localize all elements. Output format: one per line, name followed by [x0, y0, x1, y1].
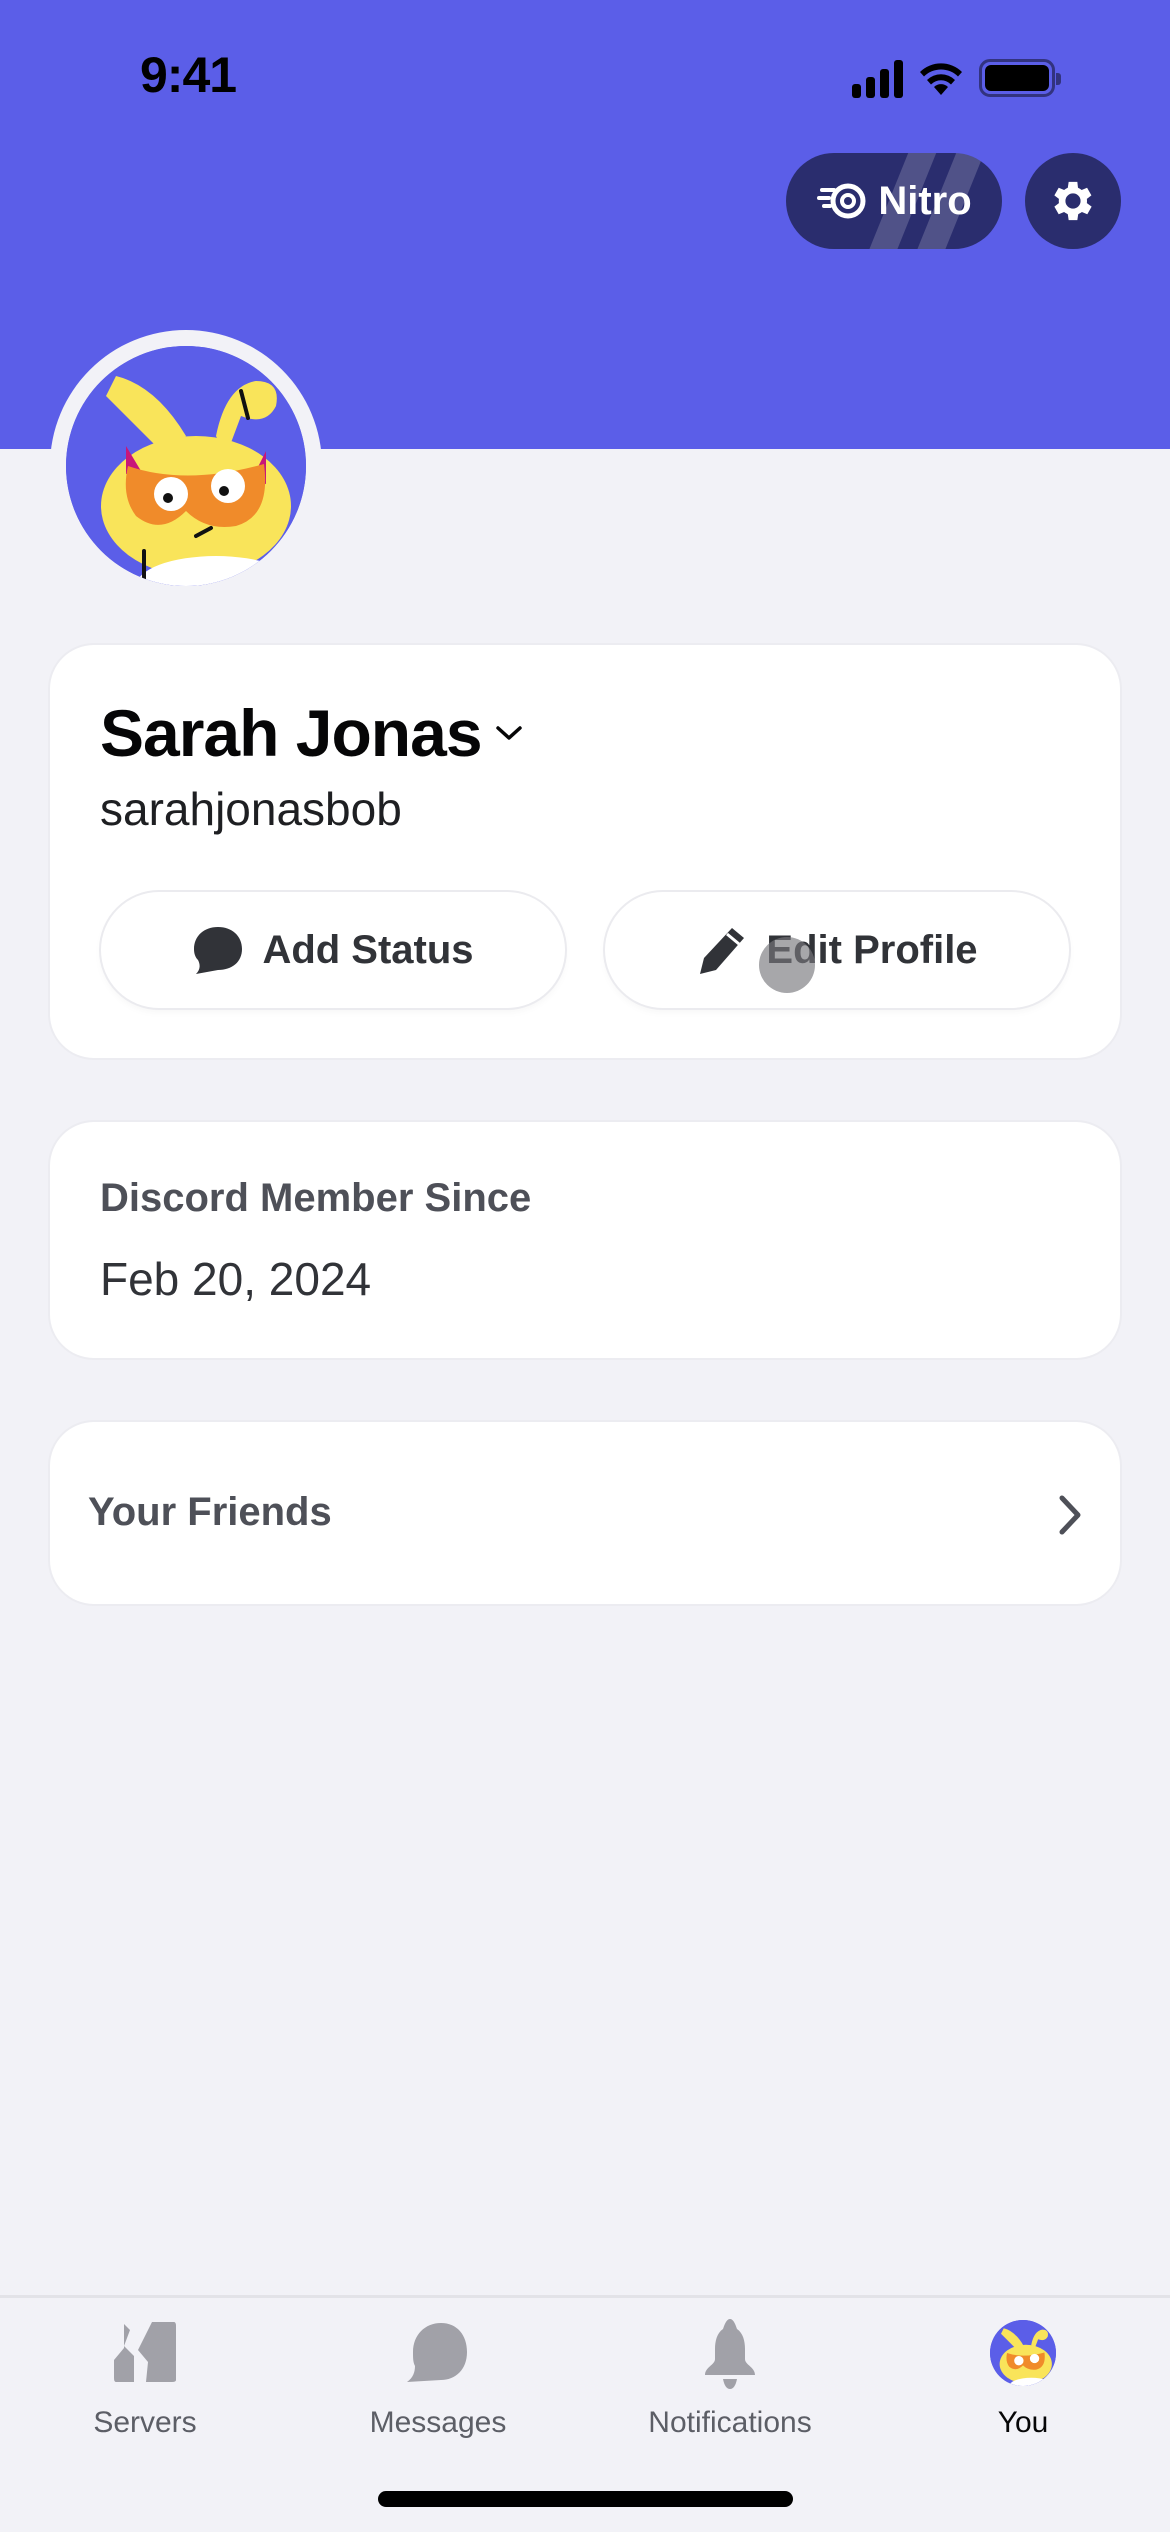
home-indicator — [378, 2491, 793, 2507]
avatar[interactable] — [50, 330, 322, 602]
tab-you-label: You — [997, 2406, 1049, 2439]
wifi-icon — [920, 63, 962, 95]
display-name: Sarah Jonas — [100, 696, 483, 770]
username: sarahjonasbob — [100, 783, 402, 835]
touch-indicator — [759, 937, 815, 993]
chevron-down-icon — [495, 726, 522, 740]
tab-servers[interactable]: Servers — [20, 2318, 270, 2440]
gear-icon — [1054, 181, 1092, 221]
pencil-icon — [700, 928, 745, 974]
member-since-card — [50, 1122, 1120, 1358]
tab-notifications[interactable]: Notifications — [605, 2318, 855, 2440]
edit-profile-button[interactable]: Edit Profile — [605, 892, 1069, 1008]
status-time: 9:41 — [140, 47, 237, 103]
nitro-label: Nitro — [878, 178, 972, 223]
member-since-date: Feb 20, 2024 — [100, 1253, 372, 1305]
tab-servers-label: Servers — [93, 2406, 197, 2439]
bell-icon — [705, 2319, 755, 2389]
tab-messages[interactable]: Messages — [313, 2318, 563, 2440]
member-since-label: Discord Member Since — [100, 1176, 532, 1220]
status-icons — [852, 56, 1061, 100]
your-friends-label: Your Friends — [88, 1490, 332, 1534]
cellular-signal-icon — [852, 58, 903, 98]
speech-bubble-icon — [194, 927, 243, 974]
nitro-icon — [817, 183, 866, 219]
add-status-label: Add Status — [262, 927, 474, 972]
settings-button[interactable] — [1025, 153, 1121, 249]
chevron-right-icon — [1059, 1495, 1081, 1535]
tab-messages-label: Messages — [369, 2406, 507, 2439]
tab-notifications-label: Notifications — [648, 2406, 812, 2439]
nitro-button[interactable]: Nitro — [786, 153, 1002, 249]
add-status-button[interactable]: Add Status — [101, 892, 565, 1008]
avatar — [990, 2320, 1056, 2386]
battery-icon — [979, 59, 1061, 97]
display-name-switcher[interactable]: Sarah Jonas — [100, 695, 524, 771]
servers-icon — [114, 2322, 176, 2382]
messages-icon — [407, 2323, 467, 2382]
tab-you[interactable]: You — [898, 2318, 1148, 2440]
bunny-avatar-icon — [66, 346, 306, 586]
